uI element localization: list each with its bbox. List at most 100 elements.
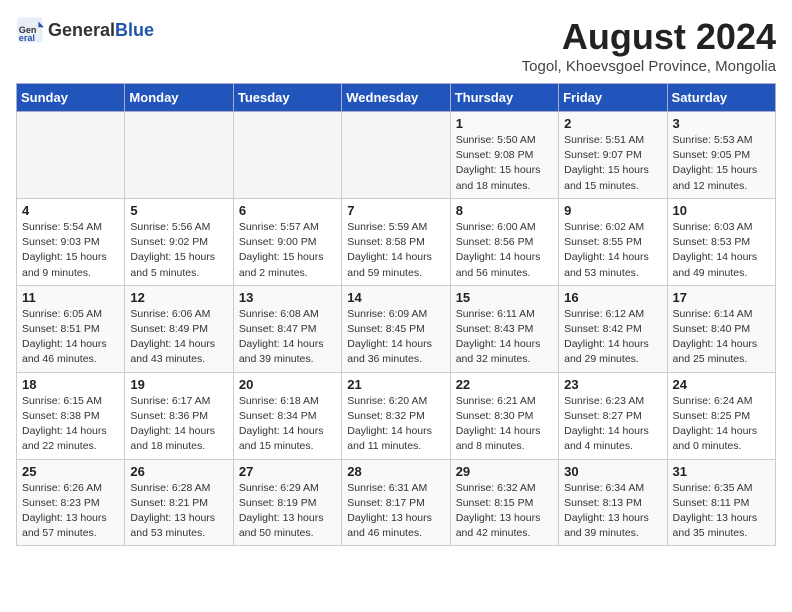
cell-daylight-info: Sunrise: 6:08 AM Sunset: 8:47 PM Dayligh… xyxy=(239,307,336,368)
day-number: 14 xyxy=(347,290,444,305)
day-number: 2 xyxy=(564,116,661,131)
weekday-header-saturday: Saturday xyxy=(667,84,775,112)
calendar-cell: 5 Sunrise: 5:56 AM Sunset: 9:02 PM Daylig… xyxy=(125,198,233,285)
cell-daylight-info: Sunrise: 6:26 AM Sunset: 8:23 PM Dayligh… xyxy=(22,481,119,542)
cell-daylight-info: Sunrise: 6:02 AM Sunset: 8:55 PM Dayligh… xyxy=(564,220,661,281)
title-block: August 2024 Togol, Khoevsgoel Province, … xyxy=(522,16,776,75)
cell-daylight-info: Sunrise: 6:15 AM Sunset: 8:38 PM Dayligh… xyxy=(22,394,119,455)
calendar-cell: 16Sunrise: 6:12 AM Sunset: 8:42 PM Dayli… xyxy=(559,285,667,372)
calendar-cell: 21 Sunrise: 6:20 AM Sunset: 8:32 PM Dayli… xyxy=(342,372,450,459)
calendar-cell: 9 Sunrise: 6:02 AM Sunset: 8:55 PM Daylig… xyxy=(559,198,667,285)
day-number: 19 xyxy=(130,377,227,392)
cell-daylight-info: Sunrise: 5:51 AM Sunset: 9:07 PM Dayligh… xyxy=(564,133,661,194)
logo-icon: Gen eral xyxy=(16,16,44,44)
calendar-cell: 28Sunrise: 6:31 AM Sunset: 8:17 PM Dayli… xyxy=(342,459,450,546)
calendar-cell: 19 Sunrise: 6:17 AM Sunset: 8:36 PM Dayli… xyxy=(125,372,233,459)
calendar-week-row: 1 Sunrise: 5:50 AM Sunset: 9:08 PM Daylig… xyxy=(17,112,776,199)
calendar-week-row: 4 Sunrise: 5:54 AM Sunset: 9:03 PM Daylig… xyxy=(17,198,776,285)
calendar-cell: 26 Sunrise: 6:28 AM Sunset: 8:21 PM Dayli… xyxy=(125,459,233,546)
logo-general-text: General xyxy=(48,20,115,40)
day-number: 22 xyxy=(456,377,553,392)
cell-daylight-info: Sunrise: 5:56 AM Sunset: 9:02 PM Dayligh… xyxy=(130,220,227,281)
calendar-cell: 22 Sunrise: 6:21 AM Sunset: 8:30 PM Dayli… xyxy=(450,372,558,459)
calendar-header-row: SundayMondayTuesdayWednesdayThursdayFrid… xyxy=(17,84,776,112)
cell-daylight-info: Sunrise: 5:54 AM Sunset: 9:03 PM Dayligh… xyxy=(22,220,119,281)
day-number: 11 xyxy=(22,290,119,305)
calendar-cell: 11 Sunrise: 6:05 AM Sunset: 8:51 PM Dayli… xyxy=(17,285,125,372)
calendar-cell: 29 Sunrise: 6:32 AM Sunset: 8:15 PM Dayli… xyxy=(450,459,558,546)
cell-daylight-info: Sunrise: 6:14 AM Sunset: 8:40 PM Dayligh… xyxy=(673,307,770,368)
calendar-week-row: 11 Sunrise: 6:05 AM Sunset: 8:51 PM Dayli… xyxy=(17,285,776,372)
calendar-week-row: 25 Sunrise: 6:26 AM Sunset: 8:23 PM Dayli… xyxy=(17,459,776,546)
cell-daylight-info: Sunrise: 6:03 AM Sunset: 8:53 PM Dayligh… xyxy=(673,220,770,281)
cell-daylight-info: Sunrise: 6:23 AM Sunset: 8:27 PM Dayligh… xyxy=(564,394,661,455)
cell-daylight-info: Sunrise: 6:34 AM Sunset: 8:13 PM Dayligh… xyxy=(564,481,661,542)
cell-daylight-info: Sunrise: 6:00 AM Sunset: 8:56 PM Dayligh… xyxy=(456,220,553,281)
weekday-header-tuesday: Tuesday xyxy=(233,84,341,112)
location-subtitle: Togol, Khoevsgoel Province, Mongolia xyxy=(522,58,776,75)
calendar-cell: 6 Sunrise: 5:57 AM Sunset: 9:00 PM Daylig… xyxy=(233,198,341,285)
day-number: 8 xyxy=(456,203,553,218)
cell-daylight-info: Sunrise: 6:32 AM Sunset: 8:15 PM Dayligh… xyxy=(456,481,553,542)
day-number: 6 xyxy=(239,203,336,218)
weekday-header-monday: Monday xyxy=(125,84,233,112)
day-number: 20 xyxy=(239,377,336,392)
weekday-header-sunday: Sunday xyxy=(17,84,125,112)
day-number: 21 xyxy=(347,377,444,392)
calendar-cell: 14Sunrise: 6:09 AM Sunset: 8:45 PM Dayli… xyxy=(342,285,450,372)
day-number: 5 xyxy=(130,203,227,218)
cell-daylight-info: Sunrise: 5:53 AM Sunset: 9:05 PM Dayligh… xyxy=(673,133,770,194)
day-number: 9 xyxy=(564,203,661,218)
calendar-cell: 4 Sunrise: 5:54 AM Sunset: 9:03 PM Daylig… xyxy=(17,198,125,285)
day-number: 29 xyxy=(456,464,553,479)
day-number: 7 xyxy=(347,203,444,218)
calendar-cell: 23 Sunrise: 6:23 AM Sunset: 8:27 PM Dayli… xyxy=(559,372,667,459)
calendar-cell: 15Sunrise: 6:11 AM Sunset: 8:43 PM Dayli… xyxy=(450,285,558,372)
day-number: 24 xyxy=(673,377,770,392)
calendar-cell: 1 Sunrise: 5:50 AM Sunset: 9:08 PM Daylig… xyxy=(450,112,558,199)
calendar-cell: 13Sunrise: 6:08 AM Sunset: 8:47 PM Dayli… xyxy=(233,285,341,372)
cell-daylight-info: Sunrise: 6:24 AM Sunset: 8:25 PM Dayligh… xyxy=(673,394,770,455)
day-number: 23 xyxy=(564,377,661,392)
cell-daylight-info: Sunrise: 6:29 AM Sunset: 8:19 PM Dayligh… xyxy=(239,481,336,542)
cell-daylight-info: Sunrise: 6:18 AM Sunset: 8:34 PM Dayligh… xyxy=(239,394,336,455)
day-number: 17 xyxy=(673,290,770,305)
cell-daylight-info: Sunrise: 6:28 AM Sunset: 8:21 PM Dayligh… xyxy=(130,481,227,542)
calendar-cell: 25 Sunrise: 6:26 AM Sunset: 8:23 PM Dayli… xyxy=(17,459,125,546)
calendar-cell: 10Sunrise: 6:03 AM Sunset: 8:53 PM Dayli… xyxy=(667,198,775,285)
page-header: Gen eral GeneralBlue August 2024 Togol, … xyxy=(16,16,776,75)
day-number: 18 xyxy=(22,377,119,392)
weekday-header-thursday: Thursday xyxy=(450,84,558,112)
cell-daylight-info: Sunrise: 6:11 AM Sunset: 8:43 PM Dayligh… xyxy=(456,307,553,368)
day-number: 27 xyxy=(239,464,336,479)
calendar-cell: 31 Sunrise: 6:35 AM Sunset: 8:11 PM Dayli… xyxy=(667,459,775,546)
cell-daylight-info: Sunrise: 6:17 AM Sunset: 8:36 PM Dayligh… xyxy=(130,394,227,455)
day-number: 26 xyxy=(130,464,227,479)
calendar-table: SundayMondayTuesdayWednesdayThursdayFrid… xyxy=(16,83,776,546)
day-number: 28 xyxy=(347,464,444,479)
calendar-cell: 8 Sunrise: 6:00 AM Sunset: 8:56 PM Daylig… xyxy=(450,198,558,285)
calendar-cell xyxy=(125,112,233,199)
calendar-cell: 2 Sunrise: 5:51 AM Sunset: 9:07 PM Daylig… xyxy=(559,112,667,199)
calendar-cell: 12Sunrise: 6:06 AM Sunset: 8:49 PM Dayli… xyxy=(125,285,233,372)
cell-daylight-info: Sunrise: 5:59 AM Sunset: 8:58 PM Dayligh… xyxy=(347,220,444,281)
day-number: 31 xyxy=(673,464,770,479)
calendar-body: 1 Sunrise: 5:50 AM Sunset: 9:08 PM Daylig… xyxy=(17,112,776,546)
cell-daylight-info: Sunrise: 6:12 AM Sunset: 8:42 PM Dayligh… xyxy=(564,307,661,368)
day-number: 4 xyxy=(22,203,119,218)
cell-daylight-info: Sunrise: 5:57 AM Sunset: 9:00 PM Dayligh… xyxy=(239,220,336,281)
svg-text:eral: eral xyxy=(19,33,35,43)
calendar-cell xyxy=(233,112,341,199)
cell-daylight-info: Sunrise: 6:05 AM Sunset: 8:51 PM Dayligh… xyxy=(22,307,119,368)
month-year-title: August 2024 xyxy=(522,16,776,58)
cell-daylight-info: Sunrise: 6:21 AM Sunset: 8:30 PM Dayligh… xyxy=(456,394,553,455)
calendar-cell: 18 Sunrise: 6:15 AM Sunset: 8:38 PM Dayli… xyxy=(17,372,125,459)
day-number: 25 xyxy=(22,464,119,479)
cell-daylight-info: Sunrise: 5:50 AM Sunset: 9:08 PM Dayligh… xyxy=(456,133,553,194)
cell-daylight-info: Sunrise: 6:35 AM Sunset: 8:11 PM Dayligh… xyxy=(673,481,770,542)
day-number: 1 xyxy=(456,116,553,131)
calendar-cell: 24 Sunrise: 6:24 AM Sunset: 8:25 PM Dayli… xyxy=(667,372,775,459)
calendar-cell: 7 Sunrise: 5:59 AM Sunset: 8:58 PM Daylig… xyxy=(342,198,450,285)
calendar-cell: 17 Sunrise: 6:14 AM Sunset: 8:40 PM Dayli… xyxy=(667,285,775,372)
cell-daylight-info: Sunrise: 6:20 AM Sunset: 8:32 PM Dayligh… xyxy=(347,394,444,455)
